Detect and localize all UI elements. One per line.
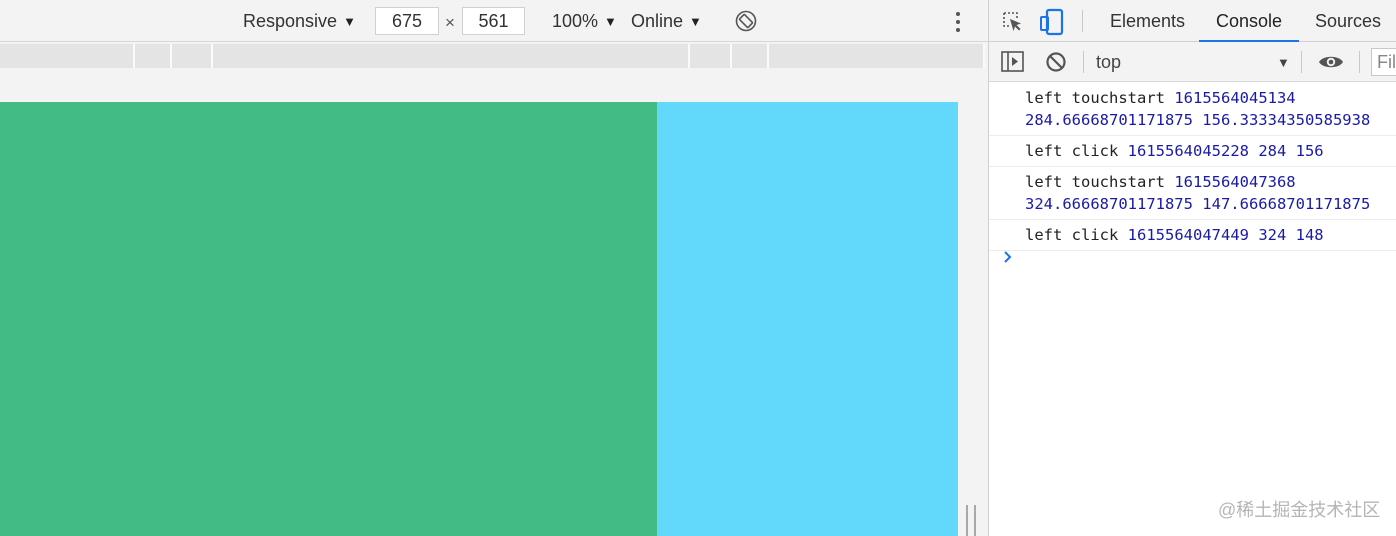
ruler-area (0, 68, 985, 102)
live-expression-eye-icon[interactable] (1318, 53, 1344, 71)
devtools-tabbar: Elements Console Sources (989, 0, 1396, 42)
throttle-select-label: Online (631, 10, 684, 31)
message-number: 324.66668701171875 147.66668701171875 (1025, 195, 1371, 213)
media-query-segment[interactable] (732, 44, 769, 68)
message-text: left touchstart (1025, 173, 1165, 191)
media-query-segment[interactable] (690, 44, 732, 68)
tab-label: Console (1216, 10, 1283, 31)
zoom-select-label: 100% (552, 10, 599, 31)
media-query-segment[interactable] (213, 44, 690, 68)
device-select-label: Responsive (243, 10, 338, 31)
toolbar-divider (1359, 51, 1360, 73)
caret-down-icon: ▼ (343, 13, 356, 29)
toolbar-divider (1083, 51, 1084, 73)
tab-label: Elements (1110, 10, 1186, 31)
device-toolbar-toggle-icon[interactable] (1039, 8, 1065, 36)
height-input[interactable]: 561 (462, 7, 525, 35)
zoom-select[interactable]: 100% ▼ (552, 0, 617, 42)
device-emulation-pane: Responsive ▼ 675 × 561 100% ▼ Online ▼ (0, 0, 988, 536)
console-message: left click 1615564045228 284 156 (989, 136, 1396, 167)
media-query-segment[interactable] (0, 44, 135, 68)
times-icon: × (445, 13, 455, 32)
context-select[interactable]: top (1096, 42, 1121, 82)
tab-label: Sources (1315, 10, 1382, 31)
caret-down-icon: ▼ (604, 13, 617, 29)
message-text: left click (1025, 142, 1119, 160)
media-query-bar (0, 44, 985, 68)
message-number: 1615564045228 284 156 (1127, 142, 1324, 160)
message-number: 1615564047368 (1174, 173, 1296, 191)
caret-down-icon: ▼ (689, 13, 702, 29)
devtools-panel: Elements Console Sources top ▼ Filter (988, 0, 1396, 536)
width-input[interactable]: 675 (375, 7, 439, 35)
message-number: 1615564045134 (1174, 89, 1296, 107)
device-select[interactable]: Responsive ▼ (243, 0, 356, 42)
resize-handle-icon[interactable] (966, 505, 976, 536)
console-prompt-icon[interactable] (1001, 248, 1015, 266)
right-touch-area[interactable] (657, 102, 958, 536)
console-message: left click 1615564047449 324 148 (989, 220, 1396, 251)
console-message: left touchstart 1615564047368 324.666687… (989, 167, 1396, 220)
console-sidebar-icon[interactable] (1001, 51, 1024, 72)
watermark: @稀土掘金技术社区 (1218, 500, 1381, 520)
toolbar-divider (1082, 10, 1083, 32)
console-toolbar: top ▼ Filter (989, 42, 1396, 82)
message-text: left click (1025, 226, 1119, 244)
message-number: 1615564047449 324 148 (1127, 226, 1324, 244)
message-number: 284.66668701171875 156.33334350585938 (1025, 111, 1371, 129)
left-touch-area[interactable] (0, 102, 657, 536)
clear-console-icon[interactable] (1045, 51, 1067, 73)
throttle-select[interactable]: Online ▼ (631, 0, 702, 42)
message-text: left touchstart (1025, 89, 1165, 107)
console-message: left touchstart 1615564045134 284.666687… (989, 83, 1396, 136)
filter-input[interactable]: Filter (1371, 48, 1396, 76)
tab-elements[interactable]: Elements (1110, 0, 1185, 42)
page-viewport (0, 102, 958, 536)
tab-console[interactable]: Console (1216, 0, 1282, 42)
inspect-element-icon[interactable] (1001, 10, 1025, 34)
media-query-segment[interactable] (135, 44, 172, 68)
media-query-segment[interactable] (172, 44, 213, 68)
rotate-icon[interactable] (734, 9, 758, 33)
caret-down-icon[interactable]: ▼ (1277, 42, 1290, 82)
more-options-icon[interactable] (950, 9, 966, 35)
toolbar-divider (1301, 51, 1302, 73)
console-log: left touchstart 1615564045134 284.666687… (989, 83, 1396, 251)
media-query-segment[interactable] (769, 44, 985, 68)
tab-sources[interactable]: Sources (1315, 0, 1381, 42)
device-toolbar: Responsive ▼ 675 × 561 100% ▼ Online ▼ (0, 0, 988, 42)
